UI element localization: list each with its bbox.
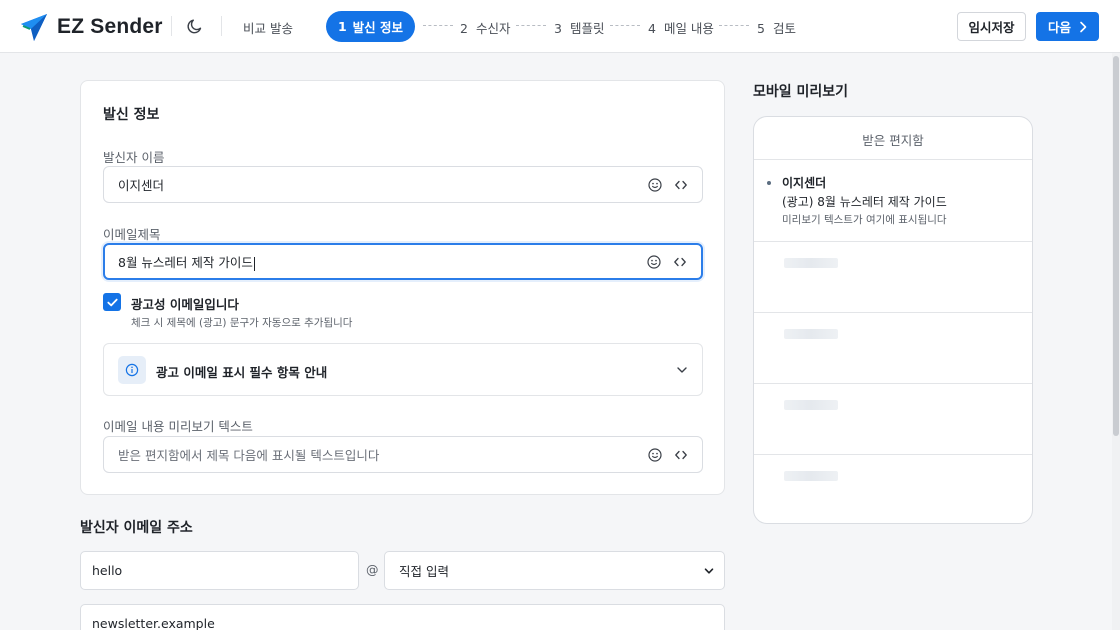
email-domain-input[interactable]: newsletter.example — [80, 604, 725, 630]
preview-text-label: 이메일 내용 미리보기 텍스트 — [103, 419, 253, 434]
step-label: 메일 내용 — [663, 21, 714, 36]
placeholder-mail-item — [754, 384, 1032, 455]
step-connector — [610, 25, 640, 26]
step-5-review[interactable]: 5 검토 — [757, 18, 796, 37]
divider — [171, 16, 172, 36]
emoji-icon[interactable] — [648, 447, 662, 462]
sender-name-value: 이지센더 — [118, 178, 165, 193]
send-logo-icon — [21, 14, 47, 41]
step-number: 4 — [648, 21, 656, 36]
ad-email-help-text: 체크 시 제목에 (광고) 문구가 자동으로 추가됩니다 — [131, 317, 353, 329]
email-local-part-input[interactable]: hello — [80, 551, 359, 590]
mobile-preview-frame: 받은 편지함 이지센더 (광고) 8월 뉴스레터 제작 가이드 미리보기 텍스트… — [753, 116, 1033, 524]
placeholder-mail-item — [754, 242, 1032, 313]
ad-notice-accordion[interactable]: 광고 이메일 표시 필수 항목 안내 — [103, 343, 703, 396]
step-2-recipients[interactable]: 2 수신자 — [460, 18, 510, 37]
step-connector — [423, 25, 453, 26]
text-caret — [253, 256, 255, 271]
chevron-down-icon — [704, 567, 714, 574]
step-label: 수신자 — [475, 21, 511, 36]
step-connector — [719, 25, 749, 26]
top-bar: EZ Sender 비교 발송 1 발신 정보 2 수신자 3 템플릿 4 메일 내용… — [0, 0, 1120, 53]
preview-sender: 이지센더 — [782, 176, 827, 190]
skeleton-bar — [784, 258, 838, 268]
code-icon[interactable] — [674, 178, 688, 192]
step-4-mail-content[interactable]: 4 메일 내용 — [648, 18, 714, 37]
ad-email-checkbox[interactable] — [103, 293, 121, 311]
emoji-icon[interactable] — [648, 177, 662, 192]
next-label: 다음 — [1047, 20, 1071, 35]
preview-text-field[interactable]: 받은 편지함에서 제목 다음에 표시될 텍스트입니다 — [103, 436, 703, 473]
skeleton-bar — [784, 329, 838, 339]
check-icon — [106, 298, 118, 306]
page-scrollbar[interactable] — [1112, 53, 1120, 630]
step-number: 5 — [757, 21, 765, 36]
chevron-down-icon — [677, 367, 687, 373]
sender-name-label: 발신자 이름 — [103, 150, 165, 165]
email-domain-value: newsletter.example — [92, 616, 215, 630]
code-icon[interactable] — [674, 448, 688, 462]
preview-text-placeholder: 받은 편지함에서 제목 다음에 표시될 텍스트입니다 — [118, 448, 380, 463]
unread-dot — [767, 181, 771, 185]
step-number: 1 — [337, 19, 347, 34]
divider — [221, 16, 222, 36]
preview-subject: (광고) 8월 뉴스레터 제작 가이드 — [782, 195, 947, 209]
next-button[interactable]: 다음 — [1036, 12, 1099, 41]
compare-send-link[interactable]: 비교 발송 — [243, 18, 293, 37]
sender-name-field[interactable]: 이지센더 — [103, 166, 703, 203]
placeholder-mail-item — [754, 313, 1032, 384]
preview-mail-item: 이지센더 (광고) 8월 뉴스레터 제작 가이드 미리보기 텍스트가 여기에 표… — [754, 160, 1032, 242]
subject-label: 이메일제목 — [103, 227, 161, 242]
step-label: 템플릿 — [569, 21, 605, 36]
inbox-header: 받은 편지함 — [754, 117, 1032, 160]
sender-info-card: 발신 정보 발신자 이름 이지센더 이메일제목 8월 뉴스레터 제작 가이드 광… — [80, 80, 725, 495]
logo[interactable]: EZ Sender — [20, 12, 163, 42]
ad-email-checkbox-label[interactable]: 광고성 이메일입니다 — [131, 294, 239, 313]
step-label: 검토 — [772, 21, 796, 36]
sender-email-title: 발신자 이메일 주소 — [80, 520, 193, 536]
mobile-preview-title: 모바일 미리보기 — [753, 84, 849, 100]
scrollbar-thumb[interactable] — [1113, 56, 1119, 436]
step-label: 발신 정보 — [352, 20, 404, 35]
placeholder-mail-item — [754, 455, 1032, 523]
preview-snippet: 미리보기 텍스트가 여기에 표시됩니다 — [782, 214, 947, 226]
step-3-template[interactable]: 3 템플릿 — [554, 18, 604, 37]
moon-icon[interactable] — [186, 17, 204, 35]
at-sign: @ — [366, 562, 379, 577]
subject-value: 8월 뉴스레터 제작 가이드 — [118, 255, 253, 270]
step-number: 3 — [554, 21, 562, 36]
emoji-icon[interactable] — [647, 254, 661, 269]
ad-notice-label: 광고 이메일 표시 필수 항목 안내 — [156, 365, 328, 380]
save-draft-button[interactable]: 임시저장 — [957, 12, 1026, 41]
code-icon[interactable] — [673, 255, 687, 269]
step-1-sender-info[interactable]: 1 발신 정보 — [326, 11, 415, 42]
subject-field[interactable]: 8월 뉴스레터 제작 가이드 — [103, 243, 703, 280]
chevron-right-icon — [1080, 21, 1087, 32]
email-local-part-value: hello — [92, 563, 123, 578]
card-title: 발신 정보 — [103, 107, 160, 123]
domain-select[interactable]: 직접 입력 — [384, 551, 725, 590]
step-number: 2 — [460, 21, 468, 36]
domain-select-value: 직접 입력 — [399, 564, 449, 579]
step-connector — [516, 25, 546, 26]
skeleton-bar — [784, 471, 838, 481]
app-name: EZ Sender — [57, 15, 163, 38]
skeleton-bar — [784, 400, 838, 410]
info-icon — [118, 356, 146, 384]
